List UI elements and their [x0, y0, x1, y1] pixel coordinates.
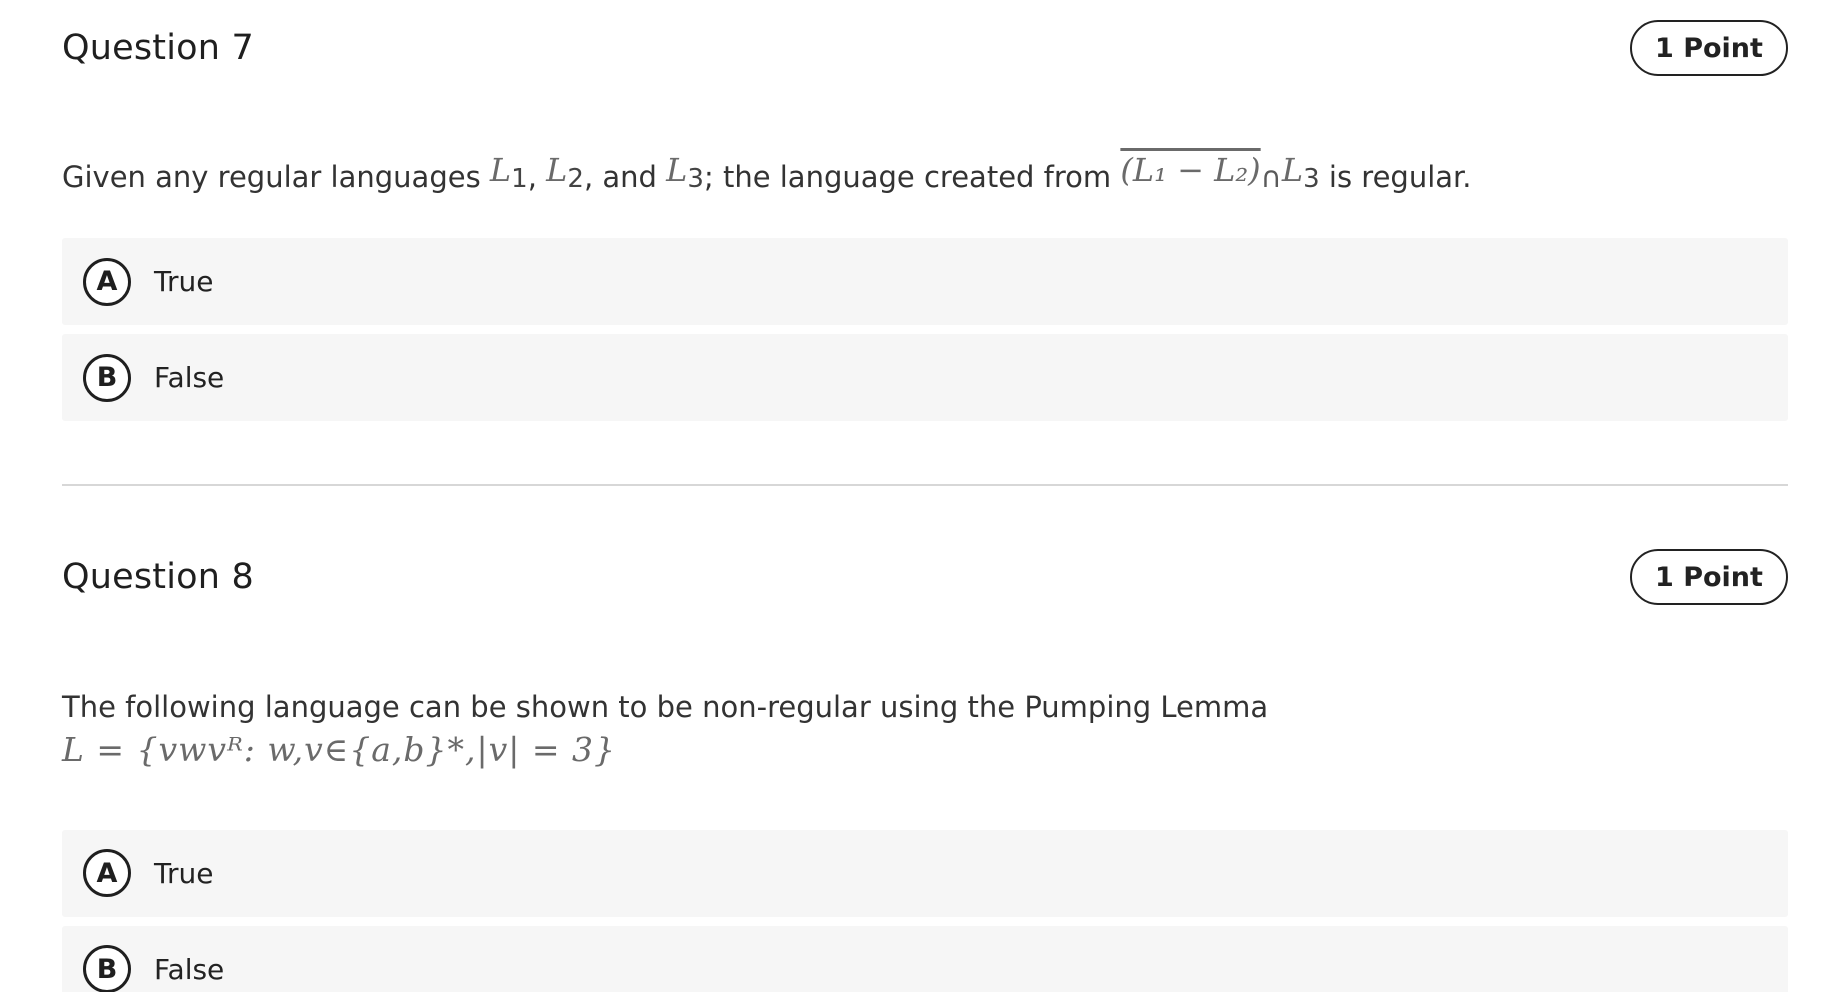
prompt-text: ; the language created from	[703, 160, 1121, 194]
math-expression: (L₁ − L₂)	[1120, 151, 1261, 189]
option-label: True	[154, 856, 214, 890]
option-b[interactable]: B False	[62, 925, 1788, 992]
prompt-text: Given any regular languages	[62, 160, 490, 194]
math-cap: ∩	[1260, 160, 1282, 194]
option-a[interactable]: A True	[62, 829, 1788, 917]
option-letter-badge: B	[83, 353, 131, 402]
prompt-text: ,	[527, 160, 547, 194]
answer-options: A True B False	[62, 829, 1788, 992]
option-a[interactable]: A True	[62, 238, 1788, 325]
math-var: L	[546, 151, 568, 189]
prompt-text: , and	[583, 160, 667, 194]
option-label: False	[154, 361, 225, 394]
quiz-page: Question 7 1 Point Given any regular lan…	[0, 0, 1822, 992]
math-var: L	[489, 151, 512, 189]
question-title: Question 7	[62, 28, 254, 68]
prompt-text: is regular.	[1319, 160, 1472, 194]
math-sub: 2	[567, 164, 584, 194]
question-header: Question 7 1 Point	[62, 0, 1788, 104]
question-7: Question 7 1 Point Given any regular lan…	[62, 0, 1788, 430]
question-prompt: Given any regular languages L1, L2, and …	[62, 128, 1788, 200]
math-sub: 1	[511, 164, 528, 194]
option-letter-badge: A	[83, 849, 131, 898]
math-var: L	[666, 151, 688, 189]
question-8: Question 8 1 Point The following languag…	[62, 529, 1788, 992]
answer-options: A True B False	[62, 238, 1788, 421]
math-var: L	[1281, 151, 1304, 189]
question-header: Question 8 1 Point	[62, 529, 1788, 633]
option-letter-badge: B	[83, 945, 131, 992]
option-b[interactable]: B False	[62, 334, 1788, 421]
math-formula: L = {vwvᴿ: w,v∈{a,b}*,|v| = 3}	[62, 729, 616, 769]
option-letter-badge: A	[83, 257, 131, 306]
points-badge: 1 Point	[1630, 549, 1788, 605]
question-prompt: The following language can be shown to b…	[62, 689, 1788, 772]
math-sub: 3	[1303, 164, 1320, 194]
option-label: False	[154, 952, 225, 986]
points-badge: 1 Point	[1630, 20, 1788, 76]
math-sub: 3	[687, 164, 704, 194]
option-label: True	[154, 265, 214, 298]
question-divider	[62, 484, 1788, 486]
prompt-text: The following language can be shown to b…	[62, 690, 1269, 724]
question-title: Question 8	[62, 557, 254, 597]
